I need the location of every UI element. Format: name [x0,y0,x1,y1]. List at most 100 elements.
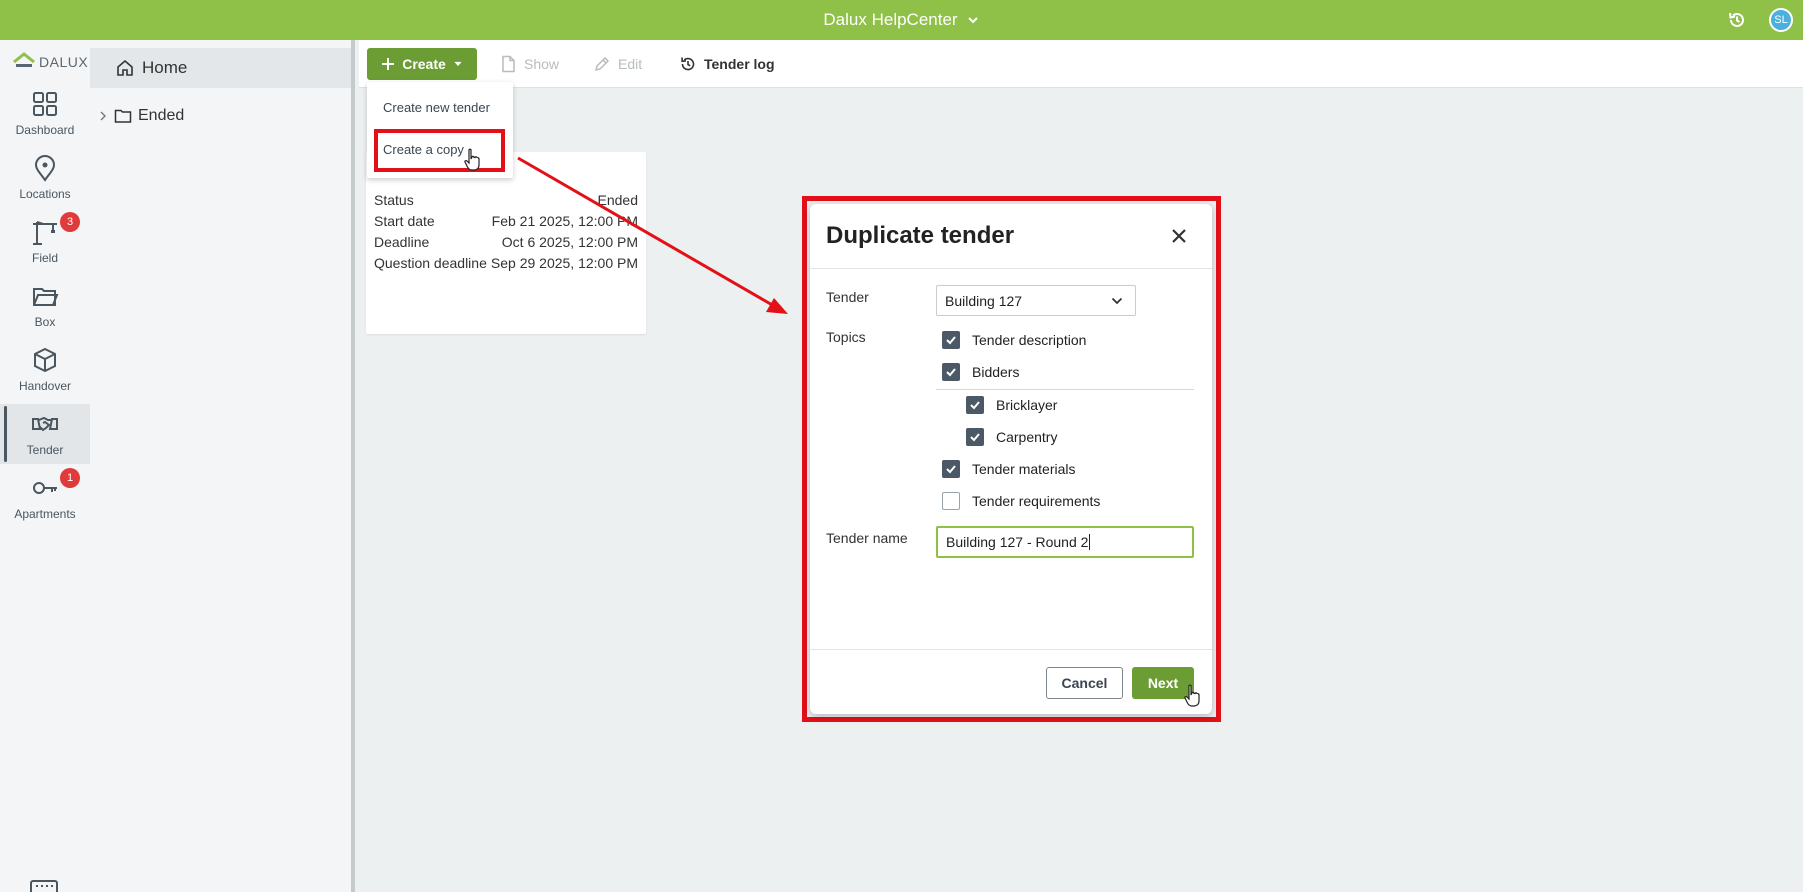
check-icon [970,433,980,442]
notification-badge: 3 [60,212,80,232]
history-icon[interactable] [1727,10,1747,30]
rail-item-box[interactable]: Box [0,276,90,336]
topic-tender-materials[interactable]: Tender materials [942,460,1076,478]
checkbox-checked[interactable] [942,331,960,349]
rail-label: Apartments [14,507,76,521]
keyboard-icon[interactable] [30,880,58,892]
topic-label: Carpentry [996,429,1058,445]
handshake-icon [32,416,58,432]
tender-select[interactable]: Building 127 [936,285,1136,316]
topic-label: Tender description [972,332,1087,348]
chevron-down-icon [967,17,978,24]
dalux-logo[interactable]: DALUX [12,50,88,74]
topics-label: Topics [826,329,866,345]
card-label: Status [374,192,414,208]
folder-icon [114,109,132,123]
show-label: Show [524,56,560,72]
rail-label: Field [31,251,58,265]
topic-tender-requirements[interactable]: Tender requirements [942,492,1100,510]
notification-badge: 1 [60,468,80,488]
app-rail: DALUX Dashboard Locations Field 3 Box Ha… [0,40,90,892]
check-icon [946,368,956,377]
topic-bidders[interactable]: Bidders [942,363,1019,381]
rail-label: Locations [19,187,71,201]
card-row-status: Status Ended [374,192,638,208]
tender-label: Tender [826,289,869,305]
pencil-icon [594,56,610,72]
topic-label: Bidders [972,364,1020,380]
card-value: Sep 29 2025, 12:00 PM [490,255,638,271]
cube-icon [34,347,56,373]
topic-label: Bricklayer [996,397,1058,413]
text-caret [1089,534,1091,550]
check-icon [946,336,956,345]
plus-icon [382,58,395,70]
edit-label: Edit [618,56,643,72]
create-button[interactable]: Create [367,48,477,80]
history-icon [681,57,695,71]
rail-item-field[interactable]: Field 3 [0,212,90,272]
dialog-footer-divider [810,649,1212,650]
cancel-button[interactable]: Cancel [1046,667,1123,699]
tender-name-value: Building 127 - Round 2 [946,534,1089,550]
card-value: Feb 21 2025, 12:00 PM [491,213,638,229]
user-avatar[interactable]: SL [1769,8,1793,32]
tender-name-input[interactable]: Building 127 - Round 2 [936,526,1194,558]
card-label: Deadline [374,234,430,250]
card-label: Start date [374,213,435,229]
menu-item-create-new-tender[interactable]: Create new tender [383,100,490,115]
card-row-start-date: Start date Feb 21 2025, 12:00 PM [374,213,638,229]
topic-label: Tender requirements [972,493,1101,509]
hand-cursor-icon [464,148,480,171]
project-selector[interactable]: Dalux HelpCenter [0,0,1803,40]
tree-item-ended[interactable]: Ended [90,96,351,136]
tender-card[interactable]: Status Ended Start date Feb 21 2025, 12:… [366,152,646,334]
rail-item-dashboard[interactable]: Dashboard [0,84,90,144]
hand-cursor-icon [1184,684,1200,707]
create-label: Create [402,56,446,72]
tree-item-label: Home [142,58,188,77]
rail-item-apartments[interactable]: Apartments 1 [0,468,90,528]
project-title: Dalux HelpCenter [823,10,958,29]
checkbox-checked[interactable] [966,428,984,446]
edit-button[interactable]: Edit [593,48,642,80]
tender-log-button[interactable]: Tender log [679,48,775,80]
rail-label: Handover [18,379,72,393]
chevron-down-icon [1111,297,1123,305]
location-pin-icon [34,155,56,182]
tree-item-home[interactable]: Home [90,48,351,88]
chevron-right-icon[interactable] [98,111,108,121]
house-logo-icon [13,52,35,67]
checkbox-unchecked[interactable] [942,492,960,510]
tree-item-label: Ended [138,107,185,124]
topics-divider [936,389,1194,390]
home-icon [117,59,133,76]
tender-select-value: Building 127 [945,292,1023,309]
card-row-question-deadline: Question deadline Sep 29 2025, 12:00 PM [374,255,638,271]
rail-item-tender[interactable]: Tender [0,404,90,464]
dialog-divider [810,268,1212,269]
check-icon [970,401,980,410]
checkbox-checked[interactable] [966,396,984,414]
close-icon[interactable] [1169,226,1189,246]
topic-bricklayer[interactable]: Bricklayer [966,396,1057,414]
topic-label: Tender materials [972,461,1076,477]
topic-carpentry[interactable]: Carpentry [966,428,1057,446]
rail-item-locations[interactable]: Locations [0,148,90,208]
checkbox-checked[interactable] [942,363,960,381]
card-label: Question deadline [374,255,487,271]
folder-open-icon [33,288,59,306]
document-icon [502,55,515,73]
card-value: Ended [597,192,638,208]
card-row-deadline: Deadline Oct 6 2025, 12:00 PM [374,234,638,250]
checkbox-checked[interactable] [942,460,960,478]
show-button[interactable]: Show [499,48,559,80]
top-bar: Dalux HelpCenter SL [0,0,1803,40]
tender-name-label: Tender name [826,530,908,546]
tender-log-label: Tender log [704,56,775,72]
rail-label: Tender [26,443,64,457]
topic-tender-description[interactable]: Tender description [942,331,1086,349]
toolbar: Create Show Edit Tender log [359,40,1803,88]
rail-item-handover[interactable]: Handover [0,340,90,400]
folder-tree: Home Ended [90,40,355,892]
